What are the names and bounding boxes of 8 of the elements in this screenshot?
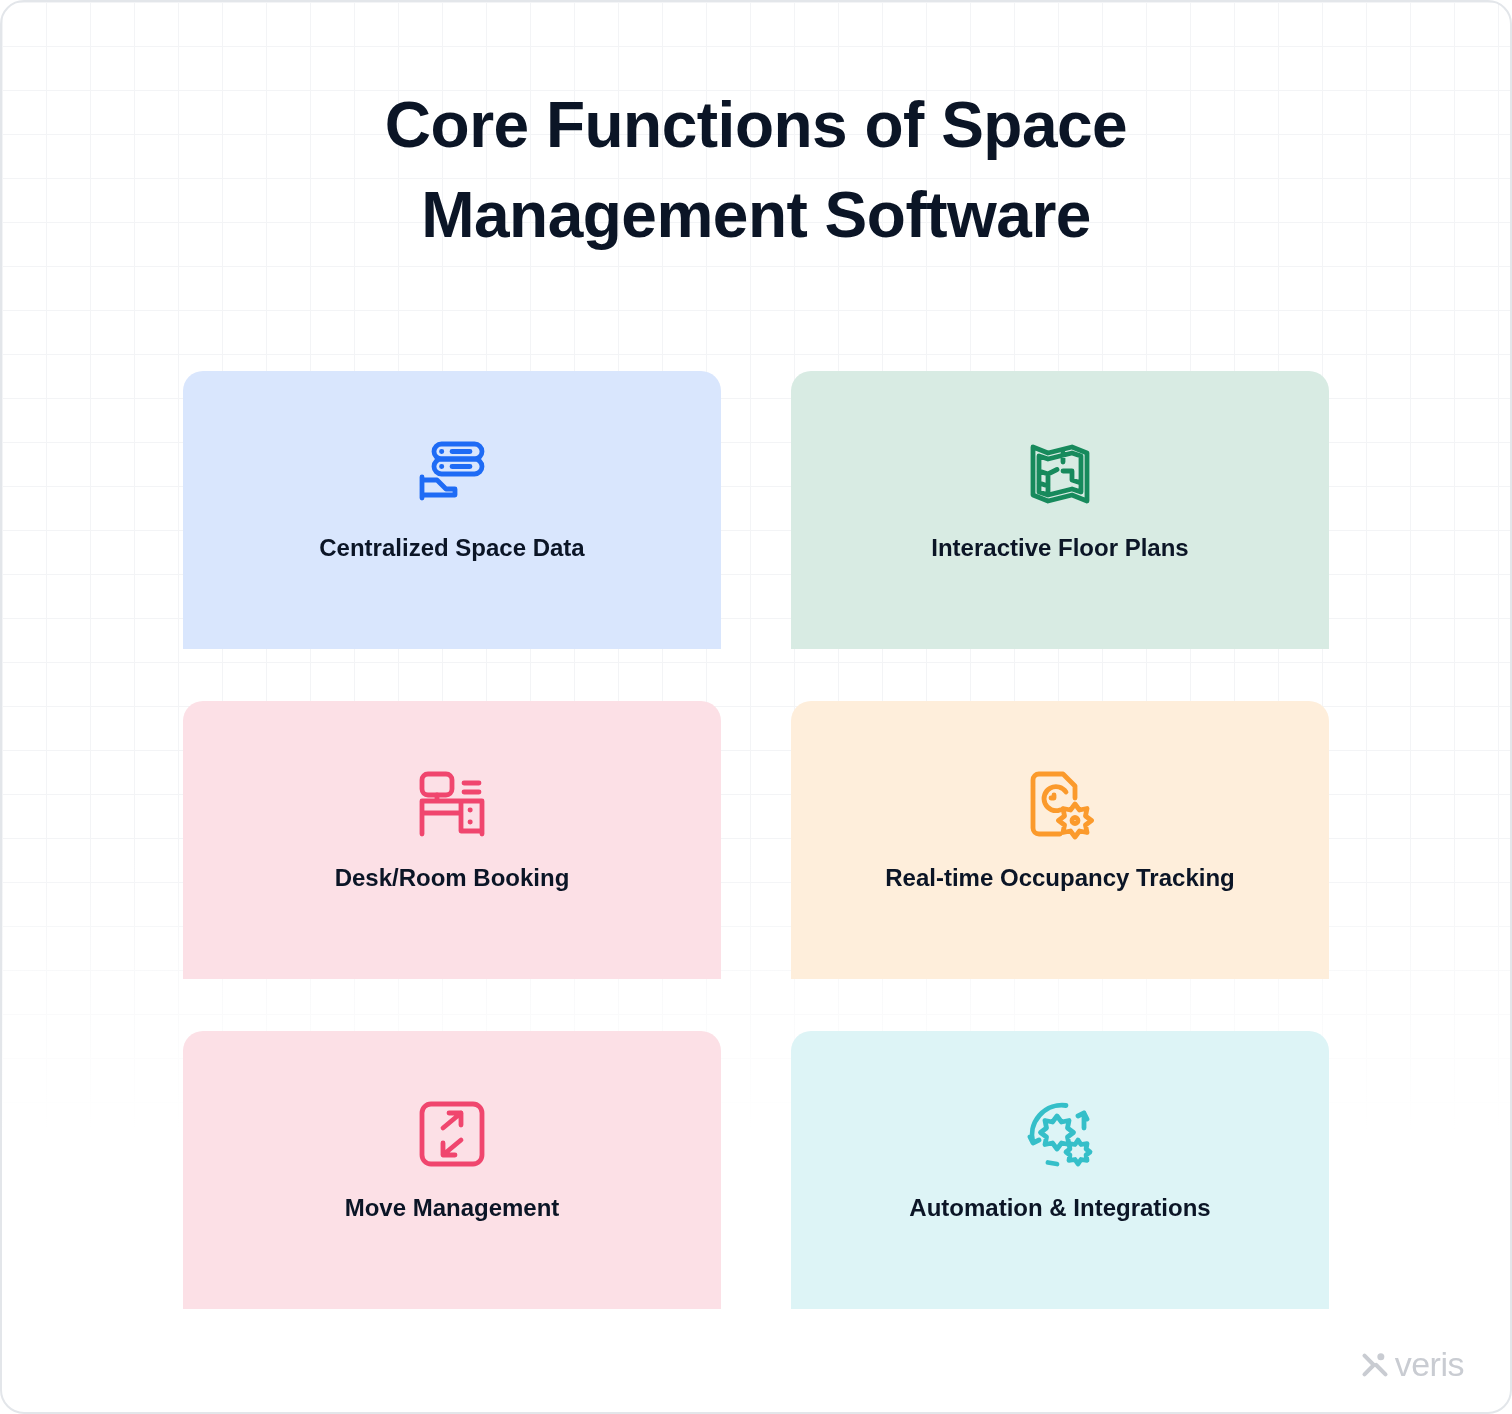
- feature-label: Centralized Space Data: [319, 534, 585, 562]
- feature-label: Real-time Occupancy Tracking: [885, 864, 1235, 892]
- feature-label: Interactive Floor Plans: [931, 534, 1189, 562]
- page-title: Core Functions of Space Management Software: [383, 88, 1129, 253]
- feature-label: Desk/Room Booking: [334, 864, 570, 892]
- feature-label: Move Management: [344, 1194, 560, 1222]
- logo-icon: [1360, 1350, 1389, 1379]
- feature-label: Automation & Integrations: [909, 1194, 1211, 1222]
